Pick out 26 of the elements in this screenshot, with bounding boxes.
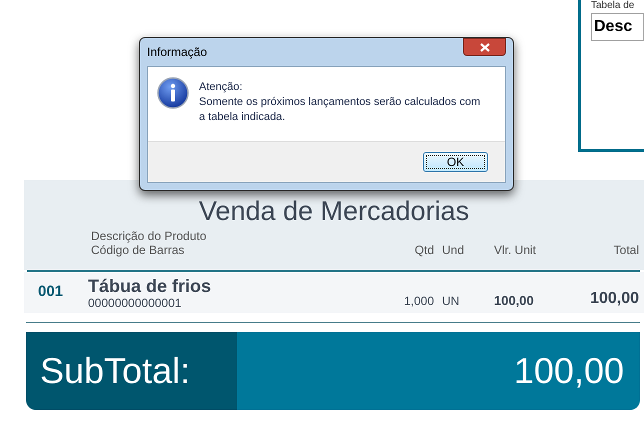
dialog-heading: Atenção: [199,80,244,95]
product-name: Tábua de frios [88,276,212,296]
close-icon [480,42,490,52]
input-field[interactable]: Desc [591,13,644,41]
subtotal-value: 100,00 [237,332,640,410]
ok-button[interactable]: OK [423,152,488,172]
column-header: Código de Barras [91,243,186,257]
item-number: 001 [37,282,64,302]
dialog-message: Somente os próximos lançamentos serão calculados com a tabela indicada. [199,95,482,125]
column-header: Und [441,243,466,257]
sale-title: Venda de Mercadorias [198,196,470,226]
info-icon [157,77,189,109]
product-barcode: 00000000000001 [88,296,182,310]
quantity: 1,000 [402,293,434,310]
unit-price: 100,00 [494,292,535,310]
subtotal-label: SubTotal: [26,332,237,410]
column-header: Vlr. Unit [494,243,538,257]
close-button[interactable] [463,38,506,56]
field-label: Tabela de [591,0,636,12]
row-total: 100,00 [589,289,640,309]
column-header: Qtd [414,243,434,257]
dialog-title: Informação [147,44,208,61]
column-header: Descrição do Produto [91,229,208,243]
product-row[interactable]: 001 Tábua de frios 00000000000001 1,000 UN 100,00 100,00 [24,272,644,313]
column-header: Total [612,243,640,257]
unit: UN [441,293,460,310]
